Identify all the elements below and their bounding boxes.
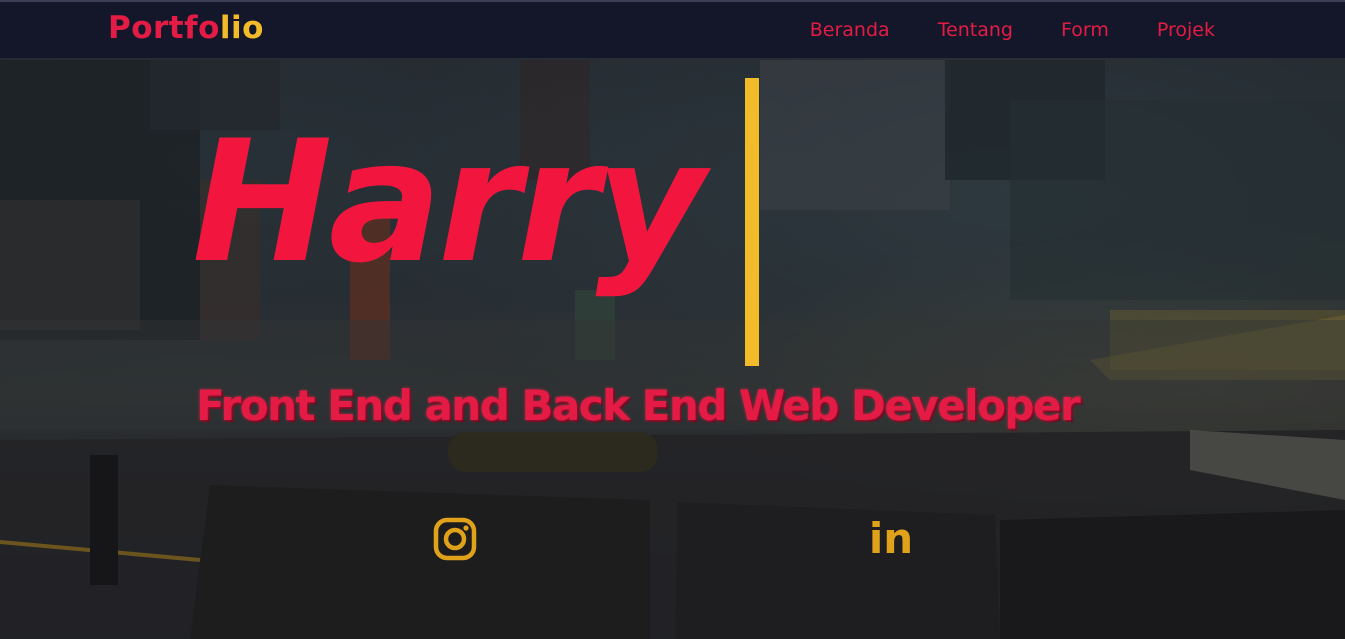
instagram-link[interactable] [430,514,480,564]
brand-logo[interactable]: Portfolio [108,10,264,46]
hero-name: Harry [192,104,705,300]
brand-part-yellow: lio [219,10,264,46]
nav-item-form[interactable]: Form [1061,19,1109,41]
typing-caret [745,78,759,366]
nav-item-tentang[interactable]: Tentang [938,19,1013,41]
navbar: Portfolio Beranda Tentang Form Projek [0,0,1345,58]
page: Portfolio Beranda Tentang Form Projek Ha… [0,0,1345,639]
linkedin-link[interactable]: in [866,514,916,564]
nav-links: Beranda Tentang Form Projek [810,19,1215,41]
linkedin-icon: in [868,514,914,563]
hero-tagline: Front End and Back End Web Developer [196,381,1081,430]
nav-item-projek[interactable]: Projek [1157,19,1215,41]
nav-item-beranda[interactable]: Beranda [810,19,890,41]
instagram-icon [433,517,477,561]
brand-part-red: Portfo [108,10,220,46]
background-overlay [0,0,1345,639]
